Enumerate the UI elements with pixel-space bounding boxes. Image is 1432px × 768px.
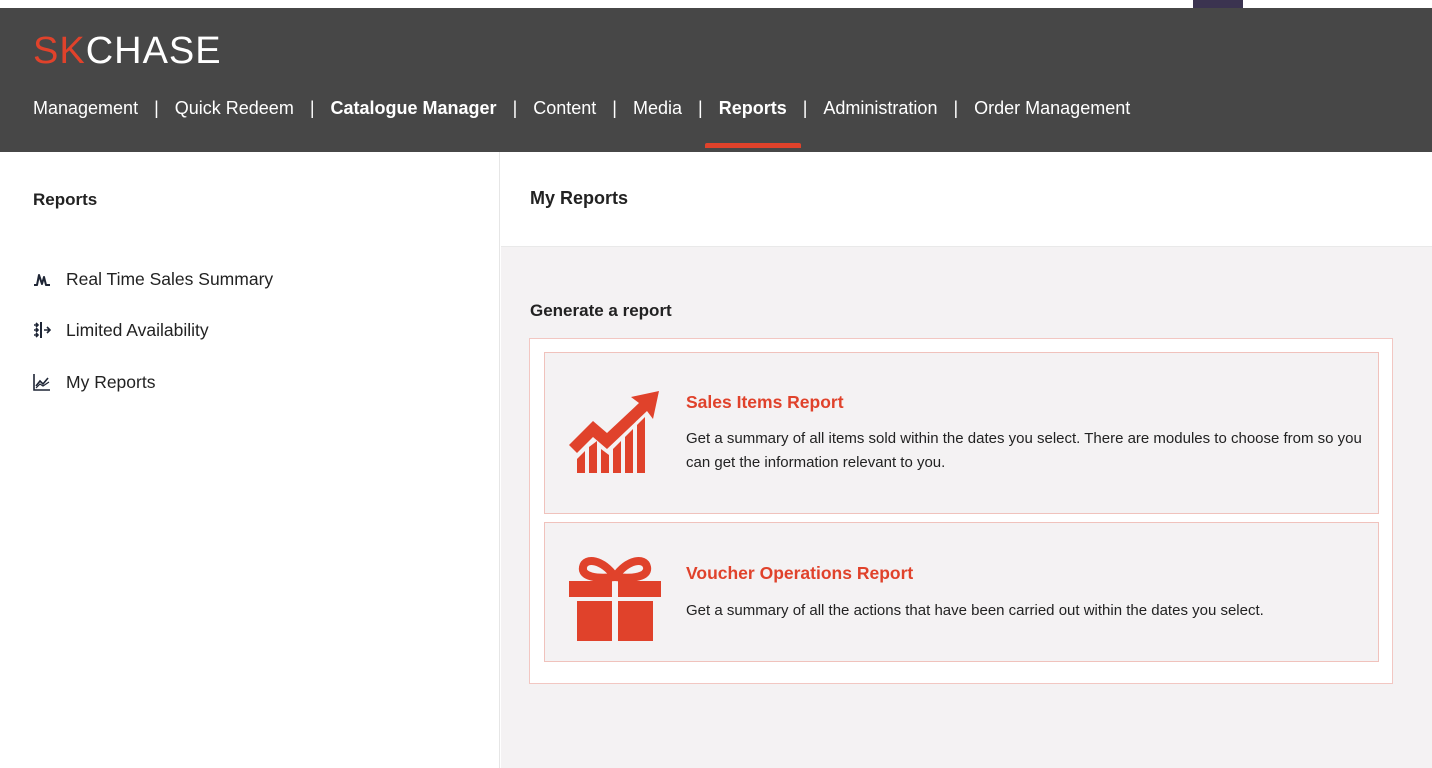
nav-separator: | xyxy=(512,98,518,118)
voucher-operations-report-card[interactable]: Voucher Operations Report Get a summary … xyxy=(544,522,1379,662)
logo-accent: SK xyxy=(33,30,86,72)
sidebar-item-label: Limited Availability xyxy=(66,319,209,340)
sidebar-item-label: My Reports xyxy=(66,371,156,392)
nav-item-catalogue-manager[interactable]: Catalogue Manager xyxy=(331,98,497,119)
nav-item-administration[interactable]: Administration xyxy=(823,98,937,119)
logo-main: CHASE xyxy=(85,30,222,72)
sales-items-report-card[interactable]: Sales Items Report Get a summary of all … xyxy=(544,352,1379,514)
card-title[interactable]: Sales Items Report xyxy=(686,392,844,413)
sidebar-item-real-time-sales-summary[interactable]: Real Time Sales Summary xyxy=(33,266,273,292)
sidebar-title: Reports xyxy=(33,190,98,209)
gift-icon xyxy=(569,557,661,641)
sidebar-item-my-reports[interactable]: My Reports xyxy=(33,369,273,395)
logo[interactable]: SKCHASE xyxy=(33,32,222,70)
nav-separator: | xyxy=(802,98,808,118)
growth-chart-icon xyxy=(569,391,659,473)
nav-separator: | xyxy=(154,98,159,118)
split-arrows-icon xyxy=(34,322,51,338)
sidebar-list: Real Time Sales Summary Limited Availabi… xyxy=(33,266,273,420)
sidebar: Reports Real Time Sales Summary Limited … xyxy=(0,152,500,768)
card-description: Get a summary of all items sold within t… xyxy=(686,430,1362,471)
nav-item-content[interactable]: Content xyxy=(533,98,596,119)
sidebar-item-limited-availability[interactable]: Limited Availability xyxy=(33,317,273,343)
nav-separator: | xyxy=(698,98,703,118)
nav-item-management[interactable]: Management xyxy=(33,98,138,119)
sidebar-item-label: Real Time Sales Summary xyxy=(66,268,274,289)
nav-separator: | xyxy=(612,98,617,118)
card-description: Get a summary of all the actions that ha… xyxy=(686,602,1264,619)
nav-item-order-management[interactable]: Order Management xyxy=(974,98,1130,119)
nav-separator: | xyxy=(953,98,959,118)
app-header: SKCHASE Management | Quick Redeem | Cata… xyxy=(0,8,1432,152)
window-tab xyxy=(1193,0,1243,8)
card-title[interactable]: Voucher Operations Report xyxy=(686,563,913,584)
line-chart-icon xyxy=(33,374,50,391)
main-header: My Reports xyxy=(501,152,1432,247)
page-title: My Reports xyxy=(530,188,629,208)
main-content: My Reports Generate a report Sales Items… xyxy=(501,152,1432,768)
report-options: Sales Items Report Get a summary of all … xyxy=(529,338,1393,684)
nav-item-media[interactable]: Media xyxy=(633,98,682,119)
top-strip xyxy=(0,0,1432,8)
main-nav: Management | Quick Redeem | Catalogue Ma… xyxy=(33,98,1130,148)
nav-item-reports[interactable]: Reports xyxy=(704,98,801,148)
pulse-chart-icon xyxy=(34,274,50,286)
nav-item-quick-redeem[interactable]: Quick Redeem xyxy=(175,98,294,119)
section-title: Generate a report xyxy=(530,301,672,320)
nav-separator: | xyxy=(309,98,315,118)
